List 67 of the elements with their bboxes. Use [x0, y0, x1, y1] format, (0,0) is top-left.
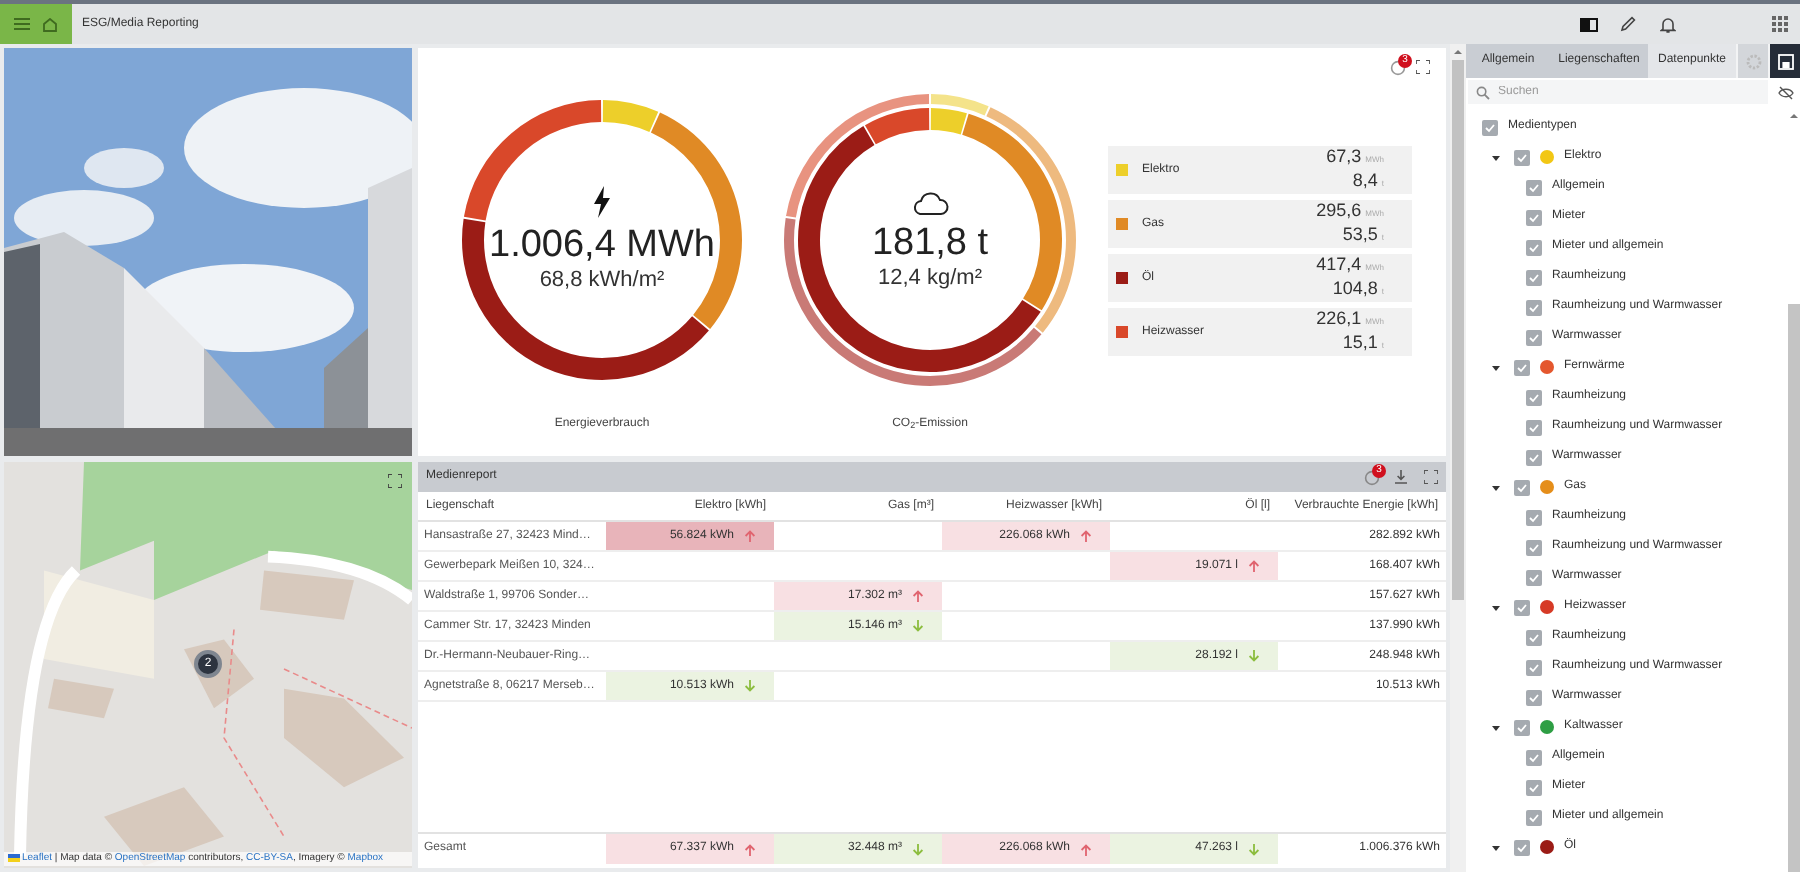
history-icon[interactable]	[1364, 470, 1380, 486]
expand-icon[interactable]	[388, 474, 402, 488]
legend-value: 417,4	[1316, 254, 1362, 274]
legend-value: 8,4	[1352, 170, 1378, 190]
scroll-up-icon[interactable]	[1789, 112, 1797, 120]
checkbox[interactable]	[1526, 269, 1542, 285]
legend-value: 104,8	[1332, 278, 1378, 298]
pencil-icon[interactable]	[1620, 16, 1636, 32]
checkbox[interactable]	[1526, 659, 1542, 675]
download-icon[interactable]	[1394, 470, 1408, 484]
per-area-value: 12,4 kg/m²	[878, 265, 982, 291]
checkbox[interactable]	[1526, 419, 1542, 435]
caret-icon[interactable]	[1492, 363, 1500, 371]
scrollbar-thumb[interactable]	[1787, 304, 1799, 872]
checkbox[interactable]	[1526, 449, 1542, 465]
total-value: 181,8 t	[871, 221, 989, 265]
checkbox[interactable]	[1526, 509, 1542, 525]
checkbox[interactable]	[1514, 719, 1530, 735]
caret-icon[interactable]	[1492, 843, 1500, 851]
checkbox[interactable]	[1514, 599, 1530, 615]
checkbox[interactable]	[1526, 749, 1542, 765]
menu-icon[interactable]	[14, 18, 30, 30]
save-icon	[1777, 53, 1793, 69]
search-icon	[1476, 85, 1490, 99]
flag-icon	[8, 854, 20, 863]
legend-value: 226,1	[1316, 308, 1362, 328]
checkbox[interactable]	[1526, 809, 1542, 825]
legend-value: 295,6	[1316, 200, 1362, 220]
layout-icon[interactable]	[1580, 17, 1598, 31]
caret-icon[interactable]	[1492, 603, 1500, 611]
total-value: 1.006,4 MWh	[489, 224, 715, 268]
home-icon[interactable]	[42, 17, 58, 31]
apps-grid-icon[interactable]	[1772, 16, 1788, 32]
caret-icon[interactable]	[1492, 483, 1500, 491]
hidden-eye-icon[interactable]	[1778, 85, 1794, 99]
checkbox[interactable]	[1526, 329, 1542, 345]
checkbox[interactable]	[1514, 479, 1530, 495]
checkbox[interactable]	[1514, 839, 1530, 855]
checkbox[interactable]	[1514, 149, 1530, 165]
scrollbar[interactable]	[1450, 44, 1466, 872]
legend-value: 67,3	[1326, 146, 1362, 166]
legend-value: 15,1	[1342, 332, 1378, 352]
caret-icon[interactable]	[1492, 153, 1500, 161]
expand-icon[interactable]	[1416, 60, 1430, 74]
checkbox[interactable]	[1526, 569, 1542, 585]
cloud-icon	[910, 189, 950, 215]
checkbox[interactable]	[1526, 539, 1542, 555]
checkbox[interactable]	[1526, 389, 1542, 405]
legend-value: 53,5	[1342, 224, 1378, 244]
checkbox[interactable]	[1526, 179, 1542, 195]
checkbox[interactable]	[1526, 689, 1542, 705]
checkbox[interactable]	[1526, 629, 1542, 645]
lightning-icon	[592, 186, 612, 218]
checkbox[interactable]	[1526, 239, 1542, 255]
checkbox[interactable]	[1526, 299, 1542, 315]
checkbox[interactable]	[1526, 209, 1542, 225]
bell-icon[interactable]	[1660, 15, 1676, 33]
checkbox[interactable]	[1526, 779, 1542, 795]
expand-icon[interactable]	[1424, 470, 1438, 484]
caret-icon[interactable]	[1492, 723, 1500, 731]
panel-toggle-button[interactable]	[1770, 44, 1800, 78]
scrollbar-thumb[interactable]	[1452, 60, 1464, 600]
per-area-value: 68,8 kWh/m²	[539, 268, 665, 294]
checkbox[interactable]	[1514, 359, 1530, 375]
scroll-up-icon[interactable]	[1454, 48, 1462, 56]
checkbox[interactable]	[1482, 119, 1498, 135]
history-icon[interactable]	[1390, 60, 1406, 76]
